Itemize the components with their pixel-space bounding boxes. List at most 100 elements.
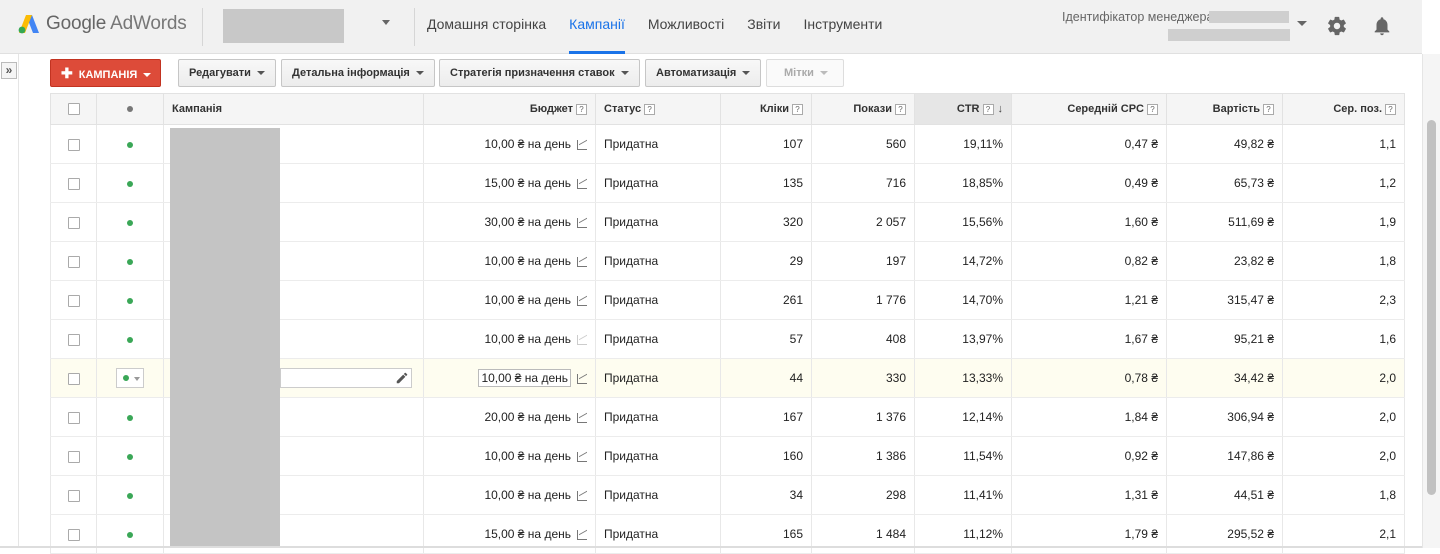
col-campaign[interactable]: Кампанія	[163, 93, 424, 125]
budget-cell[interactable]: 10,00 ₴ на день	[423, 124, 596, 164]
account-name-redacted[interactable]	[223, 9, 344, 43]
top-bar: Google AdWords Домашня сторінка Кампанії…	[0, 0, 1422, 54]
col-status[interactable]: Статус?	[595, 93, 721, 125]
avg-position-cell: 2,0	[1282, 397, 1405, 437]
col-avg-position[interactable]: Сер. поз.?	[1282, 93, 1405, 125]
budget-chart-icon[interactable]	[577, 412, 587, 423]
budget-cell[interactable]: 15,00 ₴ на день	[423, 163, 596, 203]
help-icon[interactable]: ?	[576, 103, 587, 115]
avg-cpc-cell: 1,21 ₴	[1011, 280, 1167, 320]
scrollbar-thumb[interactable]	[1427, 120, 1436, 495]
budget-chart-icon[interactable]	[577, 451, 587, 462]
budget-cell[interactable]: 10,00 ₴ на день	[423, 280, 596, 320]
impressions-cell: 298	[811, 475, 915, 515]
budget-chart-icon[interactable]	[577, 373, 587, 384]
main-nav: Домашня сторінка Кампанії Можливості Зві…	[427, 0, 905, 54]
nav-home[interactable]: Домашня сторінка	[427, 0, 546, 54]
budget-cell[interactable]: 20,00 ₴ на день	[423, 397, 596, 437]
ctr-cell: 14,72%	[914, 241, 1012, 281]
budget-edit-field[interactable]: 10,00 ₴ на день	[478, 369, 571, 387]
row-checkbox[interactable]	[67, 372, 80, 385]
col-ctr[interactable]: CTR? ↓	[914, 93, 1012, 125]
budget-chart-icon[interactable]	[577, 334, 587, 345]
row-checkbox-cell[interactable]	[50, 358, 97, 398]
expand-sidebar-button[interactable]: »	[1, 62, 17, 79]
row-checkbox-cell[interactable]	[50, 202, 97, 242]
help-icon[interactable]: ?	[792, 103, 803, 115]
budget-cell[interactable]: 10,00 ₴ на день	[423, 241, 596, 281]
status-dropdown[interactable]	[116, 368, 144, 388]
row-checkbox-cell[interactable]	[50, 280, 97, 320]
row-checkbox[interactable]	[67, 255, 80, 268]
row-checkbox[interactable]	[67, 333, 80, 346]
campaign-name-edit-field[interactable]	[280, 368, 412, 388]
status-text-cell: Придатна	[595, 475, 721, 515]
col-cost[interactable]: Вартість?	[1166, 93, 1283, 125]
help-icon[interactable]: ?	[895, 103, 906, 115]
nav-reports[interactable]: Звіти	[747, 0, 780, 54]
help-icon[interactable]: ?	[644, 103, 656, 115]
row-checkbox[interactable]	[67, 489, 80, 502]
manager-chevron-down-icon[interactable]	[1297, 21, 1307, 26]
col-impressions[interactable]: Покази?	[811, 93, 915, 125]
col-clicks[interactable]: Кліки?	[720, 93, 812, 125]
logo-text: Google AdWords	[46, 13, 187, 34]
budget-chart-icon[interactable]	[577, 295, 587, 306]
row-checkbox[interactable]	[67, 450, 80, 463]
details-button[interactable]: Детальна інформація	[281, 59, 435, 87]
notifications-bell-icon[interactable]	[1371, 14, 1393, 38]
budget-chart-icon[interactable]	[577, 178, 587, 189]
enabled-status-icon	[127, 180, 133, 187]
select-all-checkbox-cell[interactable]	[50, 93, 97, 125]
row-checkbox-cell[interactable]	[50, 163, 97, 203]
row-checkbox-cell[interactable]	[50, 124, 97, 164]
adwords-logo[interactable]: Google AdWords	[18, 11, 187, 37]
help-icon[interactable]: ?	[1147, 103, 1158, 115]
budget-cell[interactable]: 10,00 ₴ на день	[423, 319, 596, 359]
row-checkbox[interactable]	[67, 294, 80, 307]
labels-button[interactable]: Мітки	[766, 59, 844, 87]
edit-button[interactable]: Редагувати	[178, 59, 276, 87]
help-icon[interactable]: ?	[1263, 103, 1274, 115]
add-campaign-button[interactable]: ✚ КАМПАНІЯ	[50, 59, 161, 87]
nav-tools[interactable]: Інструменти	[804, 0, 883, 54]
avg-position-cell: 2,3	[1282, 280, 1405, 320]
row-checkbox-cell[interactable]	[50, 319, 97, 359]
automation-button[interactable]: Автоматизація	[645, 59, 762, 87]
row-checkbox[interactable]	[67, 216, 80, 229]
budget-cell[interactable]: 10,00 ₴ на день	[423, 358, 596, 398]
col-budget[interactable]: Бюджет?	[423, 93, 596, 125]
col-avg-cpc[interactable]: Середній CPC?	[1011, 93, 1167, 125]
account-chevron-down-icon[interactable]	[382, 20, 390, 25]
row-checkbox[interactable]	[67, 528, 80, 541]
budget-chart-icon[interactable]	[577, 256, 587, 267]
budget-chart-icon[interactable]	[577, 217, 587, 228]
cost-cell: 65,73 ₴	[1166, 163, 1283, 203]
budget-cell[interactable]: 10,00 ₴ на день	[423, 436, 596, 476]
nav-opportunities[interactable]: Можливості	[648, 0, 724, 54]
budget-chart-icon[interactable]	[577, 490, 587, 501]
budget-chart-icon[interactable]	[577, 529, 587, 540]
status-cell[interactable]	[96, 358, 164, 398]
help-icon[interactable]: ?	[1385, 103, 1396, 115]
row-checkbox-cell[interactable]	[50, 475, 97, 515]
gear-icon[interactable]	[1326, 15, 1348, 37]
row-checkbox-cell[interactable]	[50, 397, 97, 437]
row-checkbox-cell[interactable]	[50, 436, 97, 476]
clicks-cell: 167	[720, 397, 812, 437]
budget-cell[interactable]: 10,00 ₴ на день	[423, 475, 596, 515]
row-checkbox[interactable]	[67, 138, 80, 151]
budget-cell[interactable]: 30,00 ₴ на день	[423, 202, 596, 242]
status-dot-header[interactable]	[96, 93, 164, 125]
help-icon[interactable]: ?	[982, 103, 994, 115]
bid-strategy-button[interactable]: Стратегія призначення ставок	[439, 59, 640, 87]
budget-chart-icon[interactable]	[577, 139, 587, 150]
nav-campaigns[interactable]: Кампанії	[569, 0, 625, 54]
pencil-edit-icon[interactable]	[395, 371, 409, 385]
row-checkbox[interactable]	[67, 411, 80, 424]
select-all-checkbox[interactable]	[67, 103, 80, 116]
row-checkbox-cell[interactable]	[50, 241, 97, 281]
row-checkbox[interactable]	[67, 177, 80, 190]
clicks-cell: 29	[720, 241, 812, 281]
sort-desc-icon: ↓	[997, 103, 1004, 115]
